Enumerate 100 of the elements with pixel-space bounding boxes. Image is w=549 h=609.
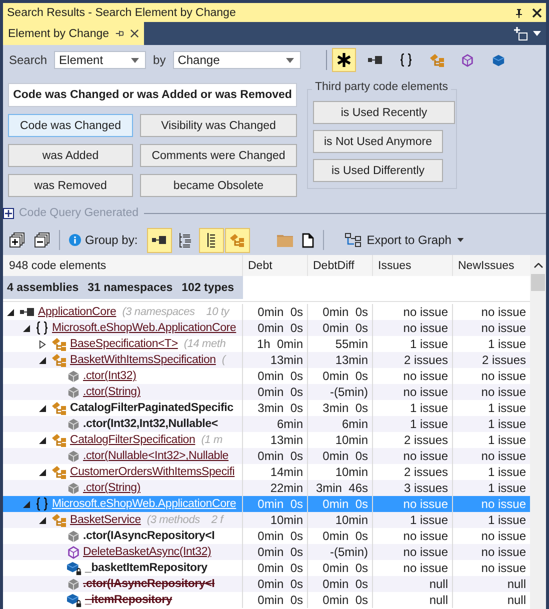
collapse-all-icon[interactable]: [34, 232, 50, 248]
element-name[interactable]: .ctor(IAsyncRepository<I: [83, 578, 215, 590]
document-icon[interactable]: [302, 232, 314, 248]
search-label: Search: [9, 53, 48, 67]
table-cell-text: no issue: [480, 368, 527, 384]
element-name[interactable]: BasketWithItemsSpecification: [70, 354, 216, 366]
dropdown-arrow-icon[interactable]: [131, 58, 140, 62]
table-row[interactable]: BasketWithItemsSpecification ( 13min 13min 2 issues 2 issues: [3, 352, 530, 368]
table-cell-text: 2 issues: [480, 352, 527, 368]
change-query-button[interactable]: Visibility was Changed: [140, 114, 297, 137]
table-row[interactable]: _itemRepository 0min 0s 0min 0s null null: [3, 592, 530, 608]
expanded-arrow-icon[interactable]: [7, 308, 14, 316]
pin-icon[interactable]: [115, 29, 124, 38]
element-name[interactable]: CatalogFilterSpecification: [70, 434, 196, 446]
table-row[interactable]: .ctor(String) 22min 3min 46s 3 issues 1 issue: [3, 480, 530, 496]
element-name[interactable]: BasketService: [70, 514, 141, 526]
expanded-arrow-icon[interactable]: [23, 324, 30, 332]
dropdown-arrow-icon[interactable]: [286, 58, 294, 62]
method-cube-icon: [67, 578, 80, 590]
change-dropdown[interactable]: Change: [172, 51, 301, 69]
element-name[interactable]: .ctor(String): [83, 386, 140, 398]
element-note: (3 methods 2 f: [146, 514, 223, 526]
close-icon[interactable]: [130, 29, 140, 38]
group-by-label: Group by:: [85, 233, 138, 247]
scroll-up-icon[interactable]: [534, 263, 542, 268]
table-row[interactable]: .ctor(String) 0min 0s -(5min) no issue no issue: [3, 384, 530, 400]
third-party-query-button[interactable]: is Used Differently: [313, 159, 443, 182]
cube-icon: [492, 54, 506, 66]
table-row[interactable]: DeleteBasketAsync(Int32) 0min 0s -(5min) no issue no issue: [3, 544, 530, 560]
third-party-query-button[interactable]: is Not Used Anymore: [313, 130, 443, 153]
expanded-arrow-icon[interactable]: [39, 404, 46, 412]
element-name[interactable]: CatalogFilterPaginatedSpecific: [70, 402, 234, 414]
table-cell: 0min 0s: [243, 544, 308, 560]
class-icon: [51, 336, 67, 352]
info-icon: [69, 234, 81, 246]
table-cell: 0min 0s: [243, 320, 308, 336]
asterisk-icon: [336, 52, 352, 68]
new-window-icon[interactable]: [514, 26, 528, 40]
change-query-button[interactable]: Code was Changed: [8, 114, 133, 137]
group-by-list-button[interactable]: [198, 228, 224, 252]
element-name[interactable]: _basketItemRepository: [85, 562, 208, 574]
column-header[interactable]: Debt: [243, 255, 308, 276]
table-row[interactable]: .ctor(IAsyncRepository<I 0min 0s 0min 0s null null: [3, 576, 530, 592]
element-name[interactable]: ApplicationCore: [38, 306, 116, 318]
table-cell-text: no issue: [480, 320, 527, 336]
column-header[interactable]: NewIssues: [453, 255, 530, 276]
table-row[interactable]: .ctor(Int32,Int32,Nullable< 6min 6min 1 issue 1 issue: [3, 416, 530, 432]
summary-count: 102 types: [182, 282, 234, 294]
summary-count: 4 assemblies: [7, 282, 79, 294]
by-label: by: [153, 53, 166, 67]
element-name[interactable]: .ctor(Int32,Int32,Nullable<: [83, 418, 218, 430]
all-filter-button[interactable]: [332, 48, 356, 72]
element-note: (: [222, 354, 226, 366]
class-icon: [51, 352, 67, 368]
expand-toggle[interactable]: [3, 208, 14, 218]
expanded-arrow-icon[interactable]: [39, 516, 46, 524]
element-name[interactable]: .ctor(IAsyncRepository<I: [83, 530, 215, 542]
expanded-arrow-icon[interactable]: [39, 356, 46, 364]
main-query-button[interactable]: Code was Changed or was Added or was Removed: [8, 83, 297, 107]
third-party-query-button[interactable]: is Used Recently: [313, 101, 455, 124]
document-tab[interactable]: Element by Change: [3, 22, 144, 45]
table-row[interactable]: BasketService (3 methods 2 f 10min 10min 1 issue 1 issue: [3, 512, 530, 528]
export-to-graph-button[interactable]: Export to Graph: [344, 233, 464, 247]
element-dropdown[interactable]: Element: [54, 51, 146, 69]
element-name[interactable]: .ctor(Int32): [83, 370, 136, 382]
element-name[interactable]: BaseSpecification<T>: [70, 338, 178, 350]
scrollbar-thumb[interactable]: [531, 274, 545, 291]
pin-icon[interactable]: [514, 8, 524, 18]
assembly-icon: [151, 235, 168, 245]
element-note: (1 m: [201, 434, 222, 446]
element-name[interactable]: CustomerOrdersWithItemsSpecifi: [70, 466, 235, 478]
element-name[interactable]: _itemRepository: [85, 594, 172, 606]
change-query-button[interactable]: became Obsolete: [140, 174, 297, 197]
table-row[interactable]: Microsoft.eShopWeb.ApplicationCore 0min 0s 0min 0s no issue no issue: [3, 320, 530, 336]
column-header[interactable]: DebtDiff: [308, 255, 373, 276]
close-icon[interactable]: [532, 8, 542, 18]
collapsed-arrow-icon[interactable]: [39, 340, 46, 348]
table-cell: 0min 0s: [243, 384, 308, 400]
summary-count: 31 namespaces: [88, 282, 173, 294]
expanded-arrow-icon[interactable]: [39, 468, 46, 476]
element-name[interactable]: DeleteBasketAsync(Int32): [83, 546, 212, 558]
element-name[interactable]: .ctor(Nullable<Int32>,Nullable: [83, 450, 229, 462]
table-row[interactable]: .ctor(Nullable<Int32>,Nullable 0min 0s 0min 0s no issue no issue: [3, 448, 530, 464]
change-query-button[interactable]: Comments were Changed: [140, 144, 297, 167]
group-by-assembly-button[interactable]: [146, 228, 172, 252]
expand-all-icon[interactable]: [9, 232, 25, 248]
table-cell: 6min: [308, 416, 373, 432]
change-query-button[interactable]: was Removed: [8, 174, 133, 197]
table-cell: 10min: [308, 512, 373, 528]
class-icon: [51, 432, 67, 448]
expanded-arrow-icon[interactable]: [39, 436, 46, 444]
table-cell: -(5min): [308, 384, 373, 400]
table-cell: no issue: [373, 384, 453, 400]
dropdown-arrow-icon[interactable]: [533, 31, 541, 36]
element-name[interactable]: .ctor(String): [83, 482, 140, 494]
table-cell: 13min: [308, 352, 373, 368]
column-header[interactable]: Issues: [373, 255, 453, 276]
element-name[interactable]: Microsoft.eShopWeb.ApplicationCore: [52, 322, 236, 334]
change-query-button[interactable]: was Added: [8, 144, 133, 167]
table-cell: 10min: [243, 512, 308, 528]
